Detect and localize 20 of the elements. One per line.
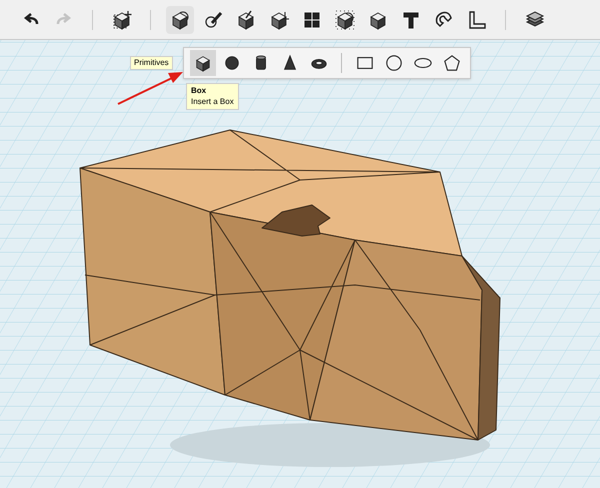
circle-icon: [384, 54, 402, 72]
box-button[interactable]: [190, 50, 216, 76]
rectangle-icon: [356, 54, 374, 72]
text-icon: [400, 10, 420, 30]
pencil-icon: [202, 10, 222, 30]
tooltip-title: Box: [191, 86, 208, 96]
pentagon-icon: [442, 54, 460, 72]
primitives-tooltip: Primitives: [130, 56, 173, 70]
shapes-tool-button[interactable]: [166, 6, 194, 34]
layers-icon: [524, 10, 544, 30]
move-box-icon: [112, 10, 132, 30]
ruler-icon: [466, 10, 486, 30]
box-icon: [368, 10, 388, 30]
sphere-icon: [222, 54, 240, 72]
brush-box-icon: [236, 10, 256, 30]
tooltip-description: Insert a Box: [191, 96, 234, 107]
box-selection-icon: [334, 10, 354, 30]
box-grid-icon: [302, 10, 322, 30]
shapes-icon: [170, 10, 190, 30]
box-icon: [194, 54, 212, 72]
